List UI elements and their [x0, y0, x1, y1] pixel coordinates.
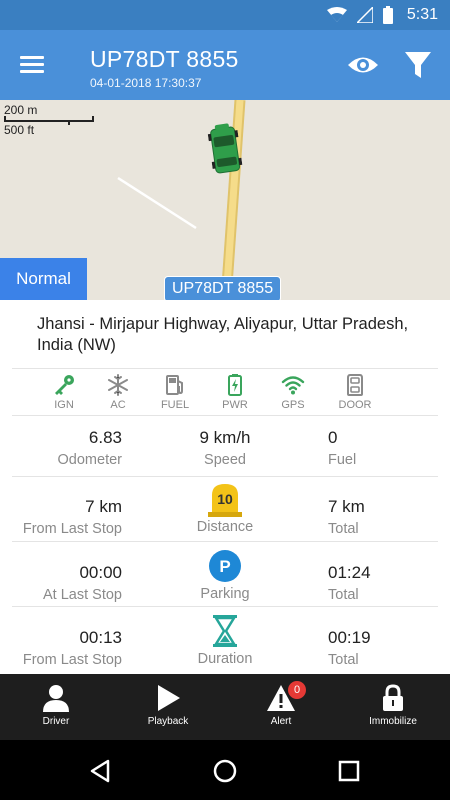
parking-last-stop-label: At Last Stop: [43, 587, 122, 603]
status-door: DOOR: [325, 373, 385, 411]
duration-label: Duration: [197, 651, 253, 667]
menu-button[interactable]: [20, 52, 50, 78]
location-address: Jhansi - Mirjapur Highway, Aliyapur, Utt…: [37, 315, 409, 354]
system-home-button[interactable]: [210, 756, 240, 786]
hourglass-icon: [213, 615, 237, 647]
nav-driver-label: Driver: [42, 716, 70, 727]
distance-from-last-stop-value: 7 km: [85, 497, 122, 516]
recents-square-icon: [338, 760, 360, 782]
status-fuel-label: FUEL: [160, 399, 190, 411]
duration-total-label: Total: [328, 652, 359, 668]
nav-driver-button[interactable]: Driver: [0, 674, 112, 740]
filter-icon: [405, 52, 431, 78]
status-door-label: DOOR: [338, 399, 372, 411]
status-ign: IGN: [34, 373, 94, 411]
car-door-icon: [347, 374, 363, 396]
lock-icon: [383, 684, 403, 711]
bottom-navigation: Driver Playback 0 Alert Immobilize: [0, 674, 450, 740]
map-view[interactable]: 200 m 500 ft UP78DT 8855 Normal: [0, 100, 450, 300]
distance-label: Distance: [196, 519, 254, 535]
status-time: 5:31: [406, 6, 438, 23]
alert-badge: 0: [288, 681, 306, 699]
menu-icon: [20, 56, 44, 59]
eye-icon: [348, 57, 378, 73]
snowflake-icon: [108, 374, 128, 396]
driver-icon: [43, 685, 69, 712]
metrics-row-parking: 00:00 At Last Stop P Parking 01:24 Total: [12, 542, 438, 607]
metrics-row-odometer: 6.83 Odometer 9 km/h Speed 0 Fuel: [12, 416, 438, 477]
system-navigation-bar: [0, 740, 450, 800]
status-fuel: FUEL: [145, 373, 205, 411]
nav-alert-button[interactable]: 0 Alert: [225, 674, 337, 740]
parking-total-value: 01:24: [328, 563, 371, 582]
scale-imperial: 500 ft: [4, 123, 35, 137]
speed-label: Speed: [204, 452, 246, 468]
app-bar: UP78DT 8855 04-01-2018 17:30:37: [0, 30, 450, 100]
nav-immobilize-label: Immobilize: [369, 716, 417, 727]
parking-icon: P: [209, 550, 241, 582]
metrics-row-distance: 7 km From Last Stop 10 Distance 7 km Tot…: [12, 477, 438, 542]
system-back-button[interactable]: [86, 756, 116, 786]
milestone-icon-text: 10: [217, 491, 233, 507]
battery-icon: [228, 374, 242, 396]
fuel-label: Fuel: [328, 452, 357, 468]
parking-label: Parking: [200, 586, 250, 602]
status-bar: 5:31: [0, 0, 450, 30]
nav-alert-label: Alert: [270, 716, 292, 727]
wifi-icon: [326, 7, 347, 22]
metrics-row-duration: 00:13 From Last Stop Duration 00:19 Tota…: [12, 607, 438, 674]
odometer-value: 6.83: [88, 428, 122, 447]
status-ac: AC: [88, 373, 148, 411]
milestone-icon: 10: [208, 484, 242, 517]
key-icon: [55, 375, 74, 395]
back-triangle-icon: [90, 759, 110, 783]
vehicle-status-row: IGN AC FUEL PWR GPS DOOR: [12, 368, 438, 416]
status-ac-label: AC: [110, 399, 126, 411]
fuel-value: 0: [328, 428, 338, 447]
distance-total-label: Total: [328, 521, 359, 537]
distance-total-value: 7 km: [328, 497, 365, 516]
signal-icon: [356, 7, 373, 23]
parking-total-label: Total: [328, 587, 359, 603]
distance-from-last-stop-label: From Last Stop: [22, 521, 122, 537]
nav-playback-label: Playback: [147, 716, 189, 727]
parking-icon-text: P: [219, 557, 230, 576]
speed-value: 9 km/h: [199, 428, 251, 447]
status-gps-label: GPS: [281, 399, 305, 411]
status-gps: GPS: [263, 373, 323, 411]
status-pwr-label: PWR: [222, 399, 248, 411]
vehicle-title: UP78DT 8855: [90, 46, 239, 72]
map-scale: 200 m 500 ft: [4, 103, 94, 137]
timestamp: 04-01-2018 17:30:37: [90, 76, 202, 90]
status-pwr: PWR: [205, 373, 265, 411]
home-circle-icon: [213, 759, 237, 783]
duration-from-last-stop-value: 00:13: [79, 628, 122, 647]
status-ign-label: IGN: [54, 399, 74, 411]
fuel-pump-icon: [166, 375, 183, 395]
vehicle-map-label[interactable]: UP78DT 8855: [164, 276, 282, 300]
scale-metric: 200 m: [4, 103, 38, 117]
battery-status-icon: [382, 6, 393, 24]
wifi-signal-icon: [281, 376, 305, 395]
duration-from-last-stop-label: From Last Stop: [22, 652, 122, 668]
odometer-label: Odometer: [57, 452, 122, 468]
nav-immobilize-button[interactable]: Immobilize: [337, 674, 449, 740]
nav-playback-button[interactable]: Playback: [112, 674, 224, 740]
view-button[interactable]: [346, 50, 380, 80]
filter-button[interactable]: [404, 50, 434, 80]
map-mode-button[interactable]: Normal: [0, 258, 87, 300]
play-icon: [158, 685, 180, 711]
system-recents-button[interactable]: [334, 756, 364, 786]
parking-last-stop-value: 00:00: [79, 563, 122, 582]
duration-total-value: 00:19: [328, 628, 371, 647]
